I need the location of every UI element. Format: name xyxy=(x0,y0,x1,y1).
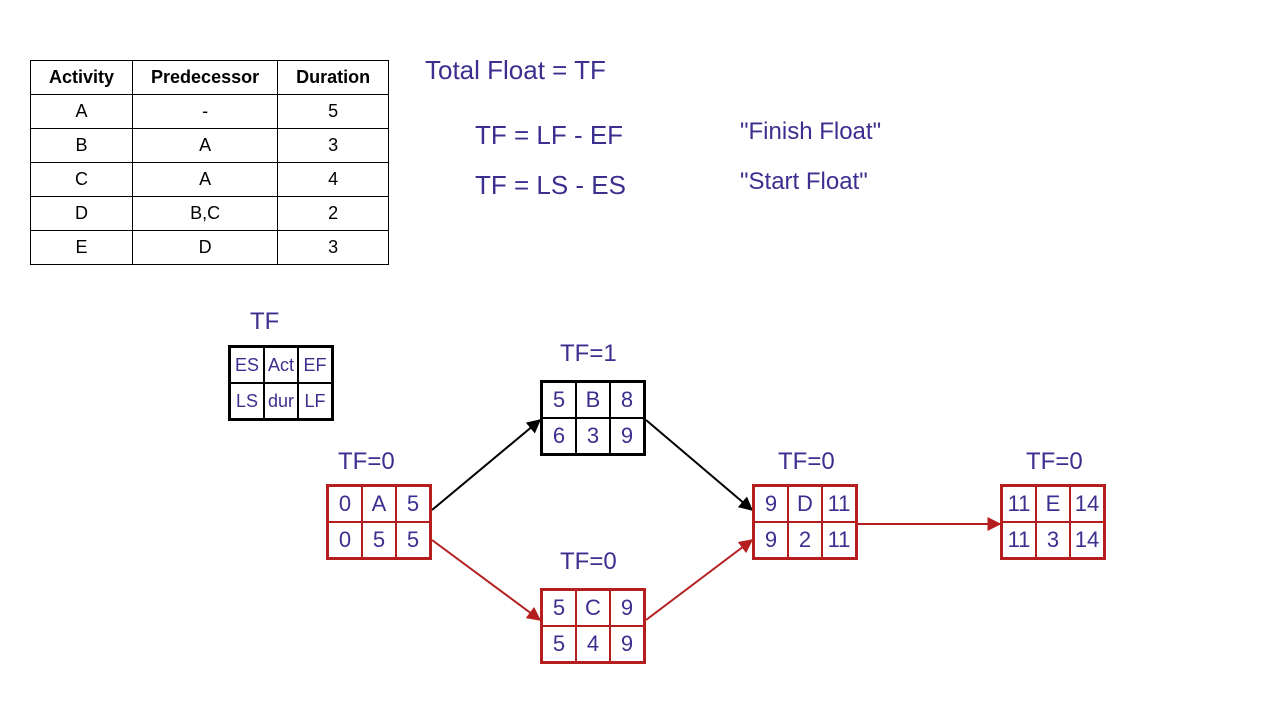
col-activity: Activity xyxy=(31,61,133,95)
node-e-dur: 3 xyxy=(1036,522,1070,558)
node-d-dur: 2 xyxy=(788,522,822,558)
node-b-lf: 9 xyxy=(610,418,644,454)
node-c-tf: TF=0 xyxy=(560,548,617,576)
node-b-act: B xyxy=(576,382,610,418)
node-a-dur: 5 xyxy=(362,522,396,558)
edge-b-d xyxy=(646,420,752,510)
col-predecessor: Predecessor xyxy=(133,61,278,95)
node-c-dur: 4 xyxy=(576,626,610,662)
table-row: E D 3 xyxy=(31,231,389,265)
legend-dur: dur xyxy=(264,383,298,419)
formula-start-rhs: "Start Float" xyxy=(740,168,868,196)
diagram-page: Activity Predecessor Duration A - 5 B A … xyxy=(0,0,1280,720)
node-b-es: 5 xyxy=(542,382,576,418)
node-d-act: D xyxy=(788,486,822,522)
node-d-lf: 11 xyxy=(822,522,856,558)
legend-tf-label: TF xyxy=(250,308,279,336)
edge-a-c xyxy=(432,540,540,620)
node-c-ef: 9 xyxy=(610,590,644,626)
table-row: D B,C 2 xyxy=(31,197,389,231)
node-d-ef: 11 xyxy=(822,486,856,522)
node-c-es: 5 xyxy=(542,590,576,626)
node-b: 5 B 8 6 3 9 xyxy=(540,380,646,456)
legend-act: Act xyxy=(264,347,298,383)
node-e: 11 E 14 11 3 14 xyxy=(1000,484,1106,560)
node-b-dur: 3 xyxy=(576,418,610,454)
col-duration: Duration xyxy=(278,61,389,95)
node-d-ls: 9 xyxy=(754,522,788,558)
legend-ls: LS xyxy=(230,383,264,419)
node-e-ls: 11 xyxy=(1002,522,1036,558)
table-row: A - 5 xyxy=(31,95,389,129)
node-a-act: A xyxy=(362,486,396,522)
node-e-act: E xyxy=(1036,486,1070,522)
node-d-es: 9 xyxy=(754,486,788,522)
legend-lf: LF xyxy=(298,383,332,419)
node-c-lf: 9 xyxy=(610,626,644,662)
legend-node: ES Act EF LS dur LF xyxy=(228,345,334,421)
node-e-es: 11 xyxy=(1002,486,1036,522)
node-a: 0 A 5 0 5 5 xyxy=(326,484,432,560)
table-row: C A 4 xyxy=(31,163,389,197)
node-e-tf: TF=0 xyxy=(1026,448,1083,476)
formula-title: Total Float = TF xyxy=(425,55,606,86)
node-a-tf: TF=0 xyxy=(338,448,395,476)
node-c: 5 C 9 5 4 9 xyxy=(540,588,646,664)
edge-c-d xyxy=(646,540,752,620)
node-e-lf: 14 xyxy=(1070,522,1104,558)
node-d: 9 D 11 9 2 11 xyxy=(752,484,858,560)
node-a-es: 0 xyxy=(328,486,362,522)
node-b-ef: 8 xyxy=(610,382,644,418)
node-a-ef: 5 xyxy=(396,486,430,522)
node-a-ls: 0 xyxy=(328,522,362,558)
formula-start-lhs: TF = LS - ES xyxy=(475,170,626,201)
edge-a-b xyxy=(432,420,540,510)
node-b-ls: 6 xyxy=(542,418,576,454)
table-row: B A 3 xyxy=(31,129,389,163)
formula-finish-rhs: "Finish Float" xyxy=(740,118,881,146)
legend-es: ES xyxy=(230,347,264,383)
node-c-act: C xyxy=(576,590,610,626)
table-header-row: Activity Predecessor Duration xyxy=(31,61,389,95)
node-e-ef: 14 xyxy=(1070,486,1104,522)
legend-ef: EF xyxy=(298,347,332,383)
formula-finish-lhs: TF = LF - EF xyxy=(475,120,623,151)
node-c-ls: 5 xyxy=(542,626,576,662)
node-d-tf: TF=0 xyxy=(778,448,835,476)
node-b-tf: TF=1 xyxy=(560,340,617,368)
node-a-lf: 5 xyxy=(396,522,430,558)
activity-table: Activity Predecessor Duration A - 5 B A … xyxy=(30,60,389,265)
